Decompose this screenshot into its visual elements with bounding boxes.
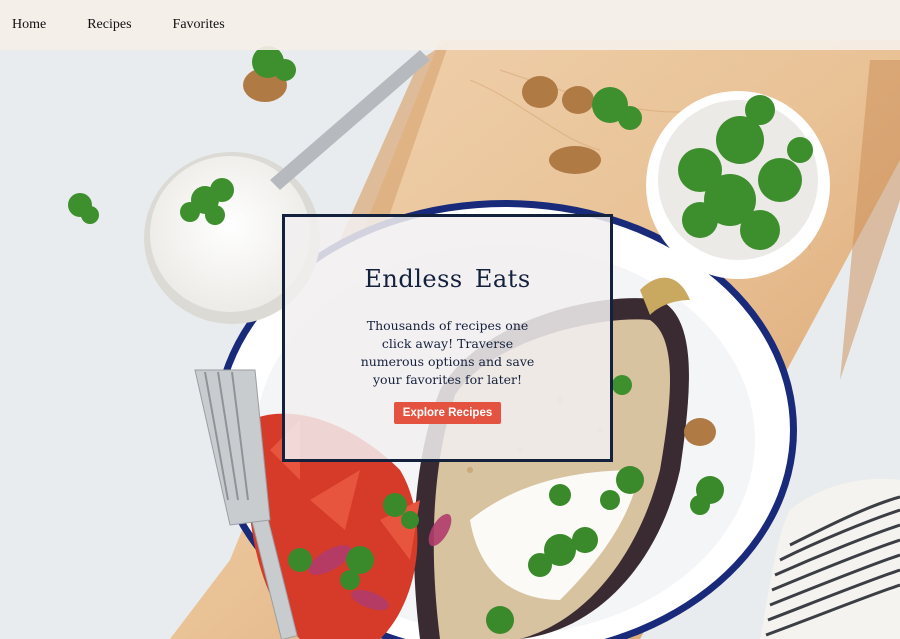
hero-title: Endless Eats <box>364 265 531 293</box>
explore-recipes-button[interactable]: Explore Recipes <box>393 402 502 424</box>
hero-card: Endless Eats Thousands of recipes one cl… <box>282 214 613 462</box>
nav-link-recipes[interactable]: Recipes <box>87 17 131 33</box>
hero-description: Thousands of recipes one click away! Tra… <box>360 318 535 387</box>
top-navbar: Home Recipes Favorites <box>0 0 900 50</box>
nav-link-home[interactable]: Home <box>12 17 46 33</box>
nav-link-favorites[interactable]: Favorites <box>173 17 225 33</box>
